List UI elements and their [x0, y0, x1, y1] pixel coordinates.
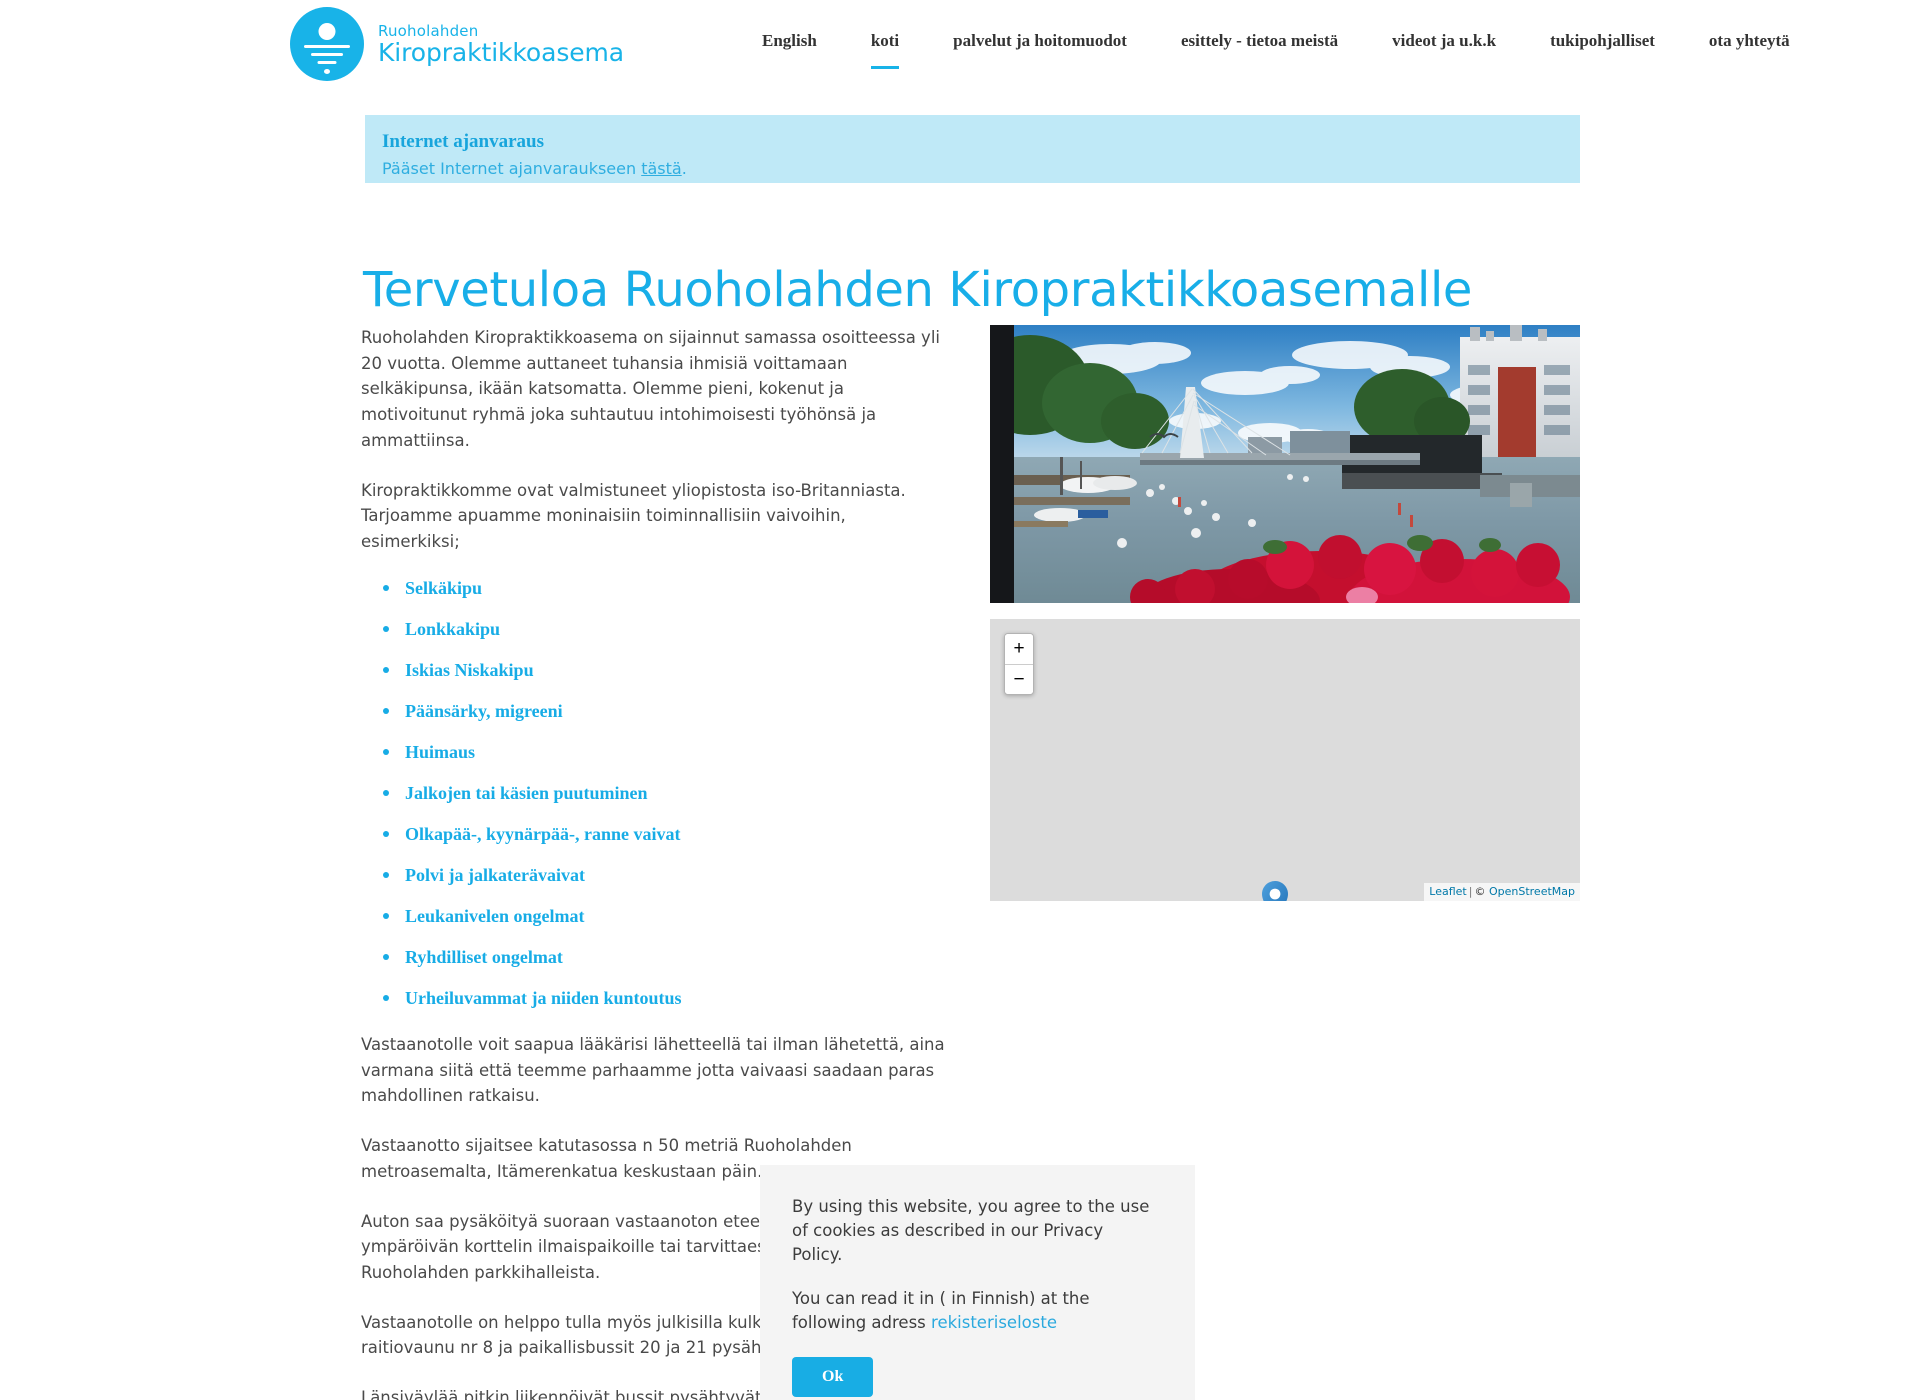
- online-booking-banner: Internet ajanvaraus Pääset Internet ajan…: [365, 115, 1580, 183]
- map-zoom-in-button[interactable]: +: [1005, 634, 1033, 664]
- brand-wordmark: Ruoholahden Kiropraktikkoasema: [378, 21, 625, 67]
- brand-line-1: Ruoholahden: [378, 21, 479, 40]
- list-item[interactable]: Urheiluvammat ja niiden kuntoutus: [383, 989, 946, 1007]
- list-item[interactable]: Selkäkipu: [383, 579, 946, 597]
- clinic-location-photo: [990, 325, 1580, 603]
- list-item[interactable]: Polvi ja jalkaterävaivat: [383, 866, 946, 884]
- page-root: Ruoholahden Kiropraktikkoasema English k…: [0, 0, 1920, 1400]
- list-item[interactable]: Iskias Niskakipu: [383, 661, 946, 679]
- cookie-text-2: You can read it in ( in Finnish) at the …: [792, 1287, 1155, 1335]
- copyright-symbol: ©: [1474, 884, 1486, 898]
- privacy-policy-link[interactable]: rekisteriseloste: [931, 1313, 1057, 1332]
- leaflet-link[interactable]: Leaflet: [1429, 885, 1466, 898]
- intro-paragraph-1: Ruoholahden Kiropraktikkoasema on sijain…: [361, 328, 940, 450]
- location-map[interactable]: + − Leaflet | © OpenStreetMap: [990, 619, 1580, 901]
- list-item[interactable]: Leukanivelen ongelmat: [383, 907, 946, 925]
- map-attribution: Leaflet | © OpenStreetMap: [1424, 882, 1580, 901]
- nav-item-videot[interactable]: videot ja u.k.k: [1392, 32, 1496, 57]
- cookie-consent-banner: By using this website, you agree to the …: [760, 1165, 1195, 1400]
- cookie-text-1: By using this website, you agree to the …: [792, 1197, 1150, 1264]
- brand-line-2: Kiropraktikkoasema: [378, 37, 625, 67]
- list-item[interactable]: Huimaus: [383, 743, 946, 761]
- banner-booking-link[interactable]: tästä: [641, 159, 682, 178]
- nav-item-esittely[interactable]: esittely - tietoa meistä: [1181, 32, 1338, 57]
- banner-text-after: .: [681, 158, 687, 178]
- map-pin-icon[interactable]: [1262, 881, 1288, 901]
- map-zoom-controls: + −: [1004, 633, 1034, 695]
- map-zoom-out-button[interactable]: −: [1005, 664, 1033, 694]
- nav-item-tukipohjalliset[interactable]: tukipohjalliset: [1550, 32, 1655, 57]
- list-item[interactable]: Jalkojen tai käsien puutuminen: [383, 784, 946, 802]
- banner-text-before: Pääset Internet ajanvaraukseen: [382, 158, 642, 178]
- nav-item-palvelut[interactable]: palvelut ja hoitomuodot: [953, 32, 1127, 57]
- media-column: + − Leaflet | © OpenStreetMap: [990, 325, 1580, 901]
- site-logo-link[interactable]: Ruoholahden Kiropraktikkoasema: [290, 7, 624, 81]
- openstreetmap-link[interactable]: OpenStreetMap: [1489, 885, 1575, 898]
- list-item[interactable]: Lonkkakipu: [383, 620, 946, 638]
- site-header: Ruoholahden Kiropraktikkoasema English k…: [0, 0, 1920, 88]
- nav-item-ota-yhteytta[interactable]: ota yhteytä: [1709, 32, 1790, 57]
- ripple-figure-icon: [290, 7, 364, 81]
- banner-text: Pääset Internet ajanvaraukseen tästä.: [382, 159, 1580, 178]
- banner-title: Internet ajanvaraus: [382, 131, 545, 152]
- cookie-ok-button[interactable]: Ok: [792, 1356, 874, 1397]
- intro-paragraph-2: Kiropraktikkomme ovat valmistuneet yliop…: [361, 480, 906, 552]
- info-paragraph-1: Vastaanotolle voit saapua lääkärisi lähe…: [361, 1034, 945, 1106]
- page-title: Tervetuloa Ruoholahden Kiropraktikkoasem…: [363, 262, 1473, 319]
- list-item[interactable]: Olkapää-, kyynärpää-, ranne vaivat: [383, 825, 946, 843]
- list-item[interactable]: Ryhdilliset ongelmat: [383, 948, 946, 966]
- nav-item-english[interactable]: English: [762, 32, 817, 57]
- nav-item-koti[interactable]: koti: [870, 32, 900, 69]
- conditions-list: Selkäkipu Lonkkakipu Iskias Niskakipu Pä…: [361, 579, 946, 1007]
- list-item[interactable]: Päänsärky, migreeni: [383, 702, 946, 720]
- main-navigation: English koti palvelut ja hoitomuodot esi…: [735, 0, 1817, 88]
